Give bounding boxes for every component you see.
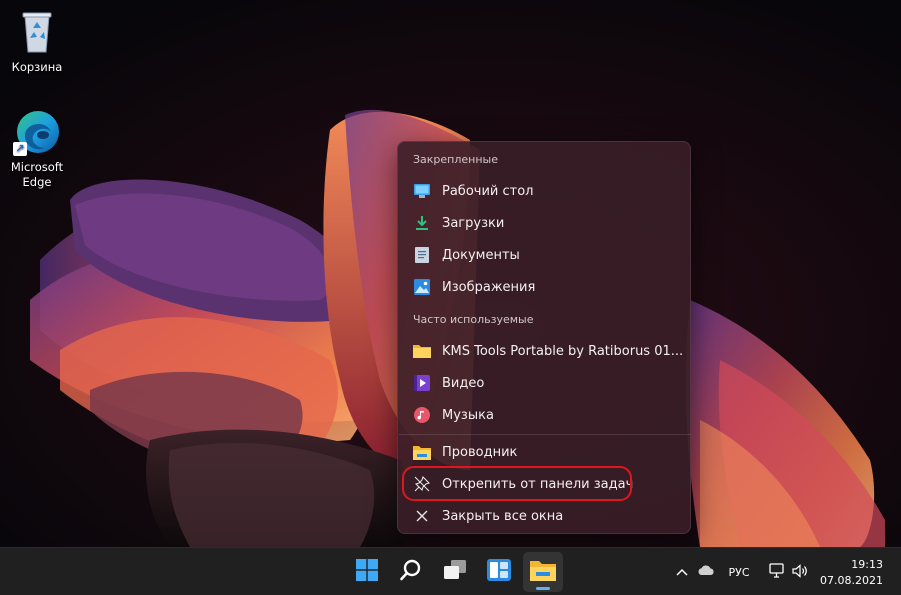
clock-date: 07.08.2021	[820, 574, 883, 587]
taskbar-task-view-button[interactable]	[435, 552, 475, 592]
tray-clock[interactable]: 19:13 07.08.2021	[820, 557, 883, 589]
taskbar-file-explorer-button[interactable]	[523, 552, 563, 592]
tray-volume[interactable]	[790, 562, 810, 582]
pinned-item-pictures[interactable]: Изображения	[404, 272, 684, 302]
taskbar: РУС 19:13 07.08.2021	[0, 547, 901, 595]
language-indicator: РУС	[728, 565, 750, 579]
tray-show-hidden-icons[interactable]	[673, 562, 691, 582]
action-open-file-explorer[interactable]: Проводник	[404, 437, 684, 467]
taskbar-start-button[interactable]	[347, 552, 387, 592]
recycle-bin-icon	[13, 8, 61, 56]
pinned-item-desktop[interactable]: Рабочий стол	[404, 176, 684, 206]
task-view-icon	[443, 559, 467, 585]
taskbar-search-button[interactable]	[391, 552, 431, 592]
frequent-item-kms-tools[interactable]: KMS Tools Portable by Ratiborus 01...	[404, 336, 684, 366]
frequent-section-header: Часто используемые	[413, 313, 534, 326]
close-icon	[413, 507, 431, 525]
highlight-annotation-ring	[402, 466, 632, 501]
desktop-icon-recycle-bin[interactable]: Корзина	[2, 8, 72, 75]
frequent-item-music[interactable]: Музыка	[404, 400, 684, 430]
widgets-icon	[487, 559, 511, 585]
tray-network[interactable]	[767, 562, 787, 582]
clock-time: 19:13	[851, 558, 883, 571]
active-app-indicator	[536, 587, 550, 590]
file-explorer-icon	[413, 443, 431, 461]
desktop-icon-label: Microsoft Edge	[10, 160, 64, 189]
desktop-folder-icon	[413, 182, 431, 200]
network-monitor-icon	[769, 563, 785, 581]
desktop-icon-microsoft-edge[interactable]: ↗ Microsoft Edge	[2, 108, 72, 190]
onedrive-cloud-icon	[697, 565, 715, 579]
pinned-section-header: Закрепленные	[413, 153, 499, 166]
windows-start-icon	[356, 559, 378, 585]
chevron-up-icon	[676, 566, 688, 579]
search-icon	[400, 559, 422, 585]
action-close-all-windows[interactable]: Закрыть все окна	[404, 501, 684, 531]
file-explorer-icon	[530, 559, 556, 585]
videos-icon	[413, 374, 431, 392]
menu-separator	[399, 434, 691, 435]
tray-onedrive[interactable]	[695, 562, 717, 582]
frequent-item-videos[interactable]: Видео	[404, 368, 684, 398]
pictures-icon	[413, 278, 431, 296]
taskbar-widgets-button[interactable]	[479, 552, 519, 592]
desktop-icon-label: Корзина	[11, 60, 63, 74]
pinned-item-downloads[interactable]: Загрузки	[404, 208, 684, 238]
downloads-icon	[413, 214, 431, 232]
pinned-item-documents[interactable]: Документы	[404, 240, 684, 270]
edge-icon: ↗	[13, 108, 61, 156]
folder-icon	[413, 342, 431, 360]
tray-language[interactable]: РУС	[726, 562, 752, 582]
shortcut-arrow-icon: ↗	[13, 142, 27, 156]
documents-icon	[413, 246, 431, 264]
speaker-icon	[792, 563, 808, 581]
music-icon	[413, 406, 431, 424]
